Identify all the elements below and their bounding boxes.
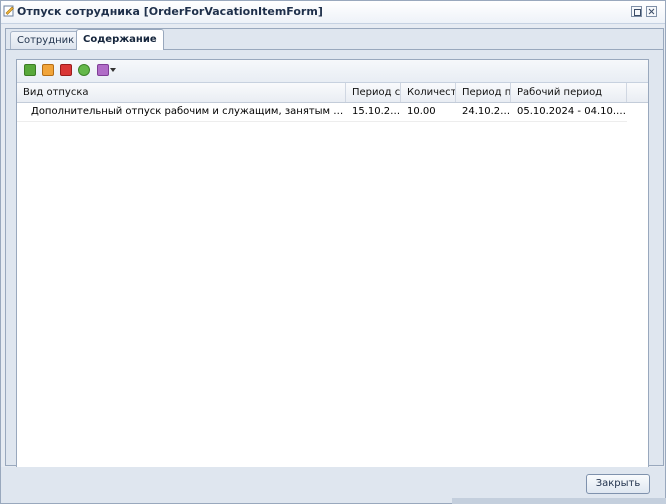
close-button[interactable]: Закрыть bbox=[586, 474, 650, 494]
cell-vacation-type: Дополнительный отпуск рабочим и служащим… bbox=[31, 106, 346, 117]
delete-icon[interactable] bbox=[60, 64, 72, 76]
column-header-work-period[interactable]: Рабочий период bbox=[511, 83, 627, 102]
window-titlebar[interactable]: Отпуск сотрудника [OrderForVacationItemF… bbox=[1, 1, 665, 24]
form-icon bbox=[3, 5, 14, 17]
tab-employee[interactable]: Сотрудник bbox=[10, 31, 82, 49]
edit-icon[interactable] bbox=[42, 64, 54, 76]
close-icon[interactable] bbox=[646, 6, 657, 17]
add-icon[interactable] bbox=[24, 64, 36, 76]
more-icon[interactable] bbox=[97, 64, 109, 76]
cell-quantity: 10.00 bbox=[407, 106, 436, 117]
cell-work-period: 05.10.2024 - 04.10.2025 bbox=[517, 106, 627, 117]
cell-period-from: 15.10.2025 bbox=[352, 106, 401, 117]
column-header-period-from[interactable]: Период с bbox=[346, 83, 401, 102]
refresh-icon[interactable] bbox=[78, 64, 90, 76]
grid-header: Вид отпуска Период с Количест... Период … bbox=[17, 83, 648, 103]
column-header-quantity[interactable]: Количест... bbox=[401, 83, 456, 102]
maximize-icon[interactable] bbox=[631, 6, 642, 17]
tab-strip: Сотрудник Содержание bbox=[6, 29, 663, 50]
vacation-item-window: Отпуск сотрудника [OrderForVacationItemF… bbox=[0, 0, 666, 504]
column-header-vacation-type[interactable]: Вид отпуска bbox=[17, 83, 346, 102]
tab-content[interactable]: Содержание bbox=[76, 29, 164, 50]
chevron-down-icon[interactable] bbox=[110, 68, 116, 72]
tab-panel: Сотрудник Содержание Вид отпуска Период … bbox=[5, 28, 664, 481]
grid-toolbar bbox=[17, 60, 648, 83]
window-title: Отпуск сотрудника [OrderForVacationItemF… bbox=[17, 5, 323, 18]
cell-period-to: 24.10.2025 bbox=[462, 106, 511, 117]
background-window-strip bbox=[452, 498, 666, 504]
column-header-period-to[interactable]: Период по bbox=[456, 83, 511, 102]
table-row[interactable]: Дополнительный отпуск рабочим и служащим… bbox=[17, 103, 627, 122]
content-grid-panel: Вид отпуска Период с Количест... Период … bbox=[16, 59, 649, 481]
